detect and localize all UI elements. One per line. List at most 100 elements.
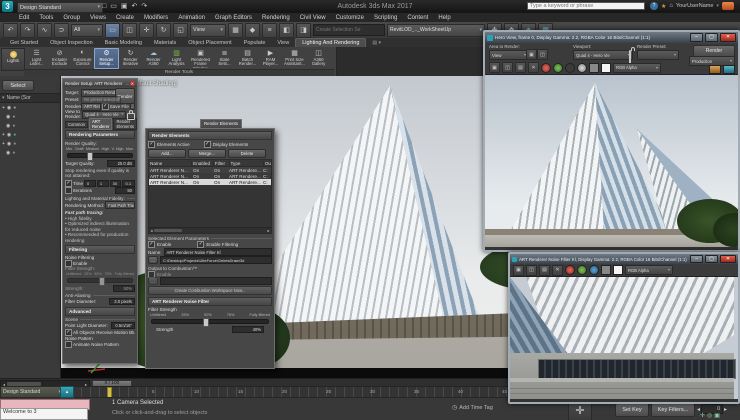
merge-element-button[interactable]: Merge... [188,148,226,158]
maximize-viewport-icon[interactable]: ▣ [714,412,720,419]
time-checkbox[interactable]: ✓ [65,179,72,187]
time-f-spinner[interactable]: 0.1 [122,179,136,187]
next-frame-icon[interactable]: ▸ [724,406,727,413]
menu-tools[interactable]: Tools [34,15,58,21]
filter-diameter-spinner[interactable]: 3.0 pixels [109,298,135,306]
ribbon-tab-get-started[interactable]: Get Started [4,40,44,46]
ribbon-btn-rendered-frame-window[interactable]: ▣ Rendered Frame Window [188,49,213,68]
tab-common[interactable]: Common [65,120,88,128]
workspace-apply-button[interactable]: ▴ [60,386,74,398]
area-to-render-dropdown[interactable]: View ▾ [489,50,529,60]
time-h-spinner[interactable]: 0 [84,179,96,187]
red-channel-button[interactable] [541,62,551,73]
preset-dropdown[interactable]: No preset selected ▾ [81,95,121,104]
undo-icon[interactable]: ↶ [3,22,18,38]
save-file-browse-button[interactable]: ... [129,103,135,110]
rollout-rendering-parameters[interactable]: Rendering Parameters [65,130,135,139]
color-swatch[interactable] [601,62,611,73]
channel-display-dropdown[interactable]: RGB Alpha ▾ [613,62,661,73]
create-combustion-workspace-button[interactable]: Create Combustion Workspace Now... [148,286,272,295]
minimize-icon[interactable]: – [126,81,128,86]
blue-channel-button[interactable] [589,265,599,275]
signin-user[interactable]: YourUserName [676,3,713,9]
table-header[interactable]: Name Enabled Filter Type Ou [149,160,271,167]
print-image-icon[interactable]: ▤ [539,264,550,276]
ribbon-collapse-icon[interactable]: ▤ ▾ [372,40,381,46]
target-quality-spinner[interactable]: 20.0 dB [107,160,135,167]
mono-channel-button[interactable] [577,62,587,73]
layer-dropdown[interactable]: RevitLOD_.._WorkSheetUp ▾ [387,23,485,37]
home-icon[interactable]: ⌂ [669,3,673,9]
thumb-swatch-orange[interactable] [709,65,721,74]
ribbon-btn-a360-gallery[interactable]: ◫ A360 Gallery [307,49,330,68]
add-element-button[interactable]: Add... [148,148,186,158]
clear-image-icon[interactable]: ✕ [552,264,563,276]
expand-icon[interactable]: + [2,105,5,111]
menu-civil-view[interactable]: Civil View [295,15,331,21]
ribbon-btn-render-iterative[interactable]: ↻ Render Iterative [119,49,142,68]
rotate-tool-icon[interactable]: ↻ [156,22,171,38]
selection-filter-dropdown[interactable]: All ▾ [71,23,103,37]
comm-center-icon[interactable] [721,2,734,10]
ribbon-tab-populate[interactable]: Populate [238,40,272,46]
orbit-view-icon[interactable]: ◎ [707,412,712,419]
save-image-icon[interactable]: ▣ [489,62,500,73]
explorer-row[interactable]: ◉ ● [0,121,60,130]
rollout-art-noise-filter[interactable]: ART Renderer Noise Filter [148,297,272,306]
workspace-dropdown[interactable]: Design Standard ▾ [17,2,103,13]
green-channel-button[interactable] [553,62,563,73]
noise-filter-strength-slider[interactable] [151,318,269,327]
menu-scripting[interactable]: Scripting [369,15,402,21]
ribbon-tab-view[interactable]: View [271,40,295,46]
explorer-name-header[interactable]: Name (Sor [7,95,31,101]
noise-strength-spinner[interactable]: 40% [232,326,264,333]
ribbon-btn-exposure-control[interactable]: ◐ Exposure Control [71,49,94,68]
ribbon-btn-ram-player[interactable]: ▶ RAM Player... [259,49,282,68]
time-m-spinner[interactable]: 1 [96,179,109,187]
visibility-eye-icon[interactable]: ◉ [6,123,10,129]
named-selection-input[interactable] [313,24,385,36]
explorer-row[interactable]: ◉ ● [0,112,60,121]
element-path-browse-button[interactable]: ... [148,256,158,264]
visibility-eye-icon[interactable]: ◉ [7,132,11,138]
element-enable-checkbox[interactable]: ✓ [148,241,155,248]
favorites-icon[interactable]: ★ [661,3,666,10]
noise-window-titlebar[interactable]: ART Renderer Noise Filter Kl, Display Ga… [510,254,738,264]
red-channel-button[interactable] [565,265,575,275]
frame-viewport-dropdown[interactable]: Quad 4 - Hero Vie ▾ [573,50,633,60]
maxscript-listener-white[interactable]: Welcome to 3 [0,408,88,420]
rollout-filtering[interactable]: Filtering [65,245,135,255]
visibility-eye-icon[interactable]: ◉ [7,105,11,111]
select-link-icon[interactable]: ∿ [37,22,52,38]
save-file-checkbox[interactable]: ✓ [101,103,109,110]
combustion-browse-button[interactable]: ... [148,277,158,285]
motion-blur-checkbox[interactable]: ✓ [65,328,72,336]
element-path-field[interactable]: C:\Desktop\Projects\UiteForce\GeletsDraw… [160,256,272,264]
menu-views[interactable]: Views [85,15,111,21]
search-input[interactable] [527,2,645,10]
move-tool-icon[interactable]: ✛ [139,22,154,38]
percent-snap-icon[interactable]: ≡ [262,22,277,38]
menu-help[interactable]: Help [433,15,455,21]
angle-snap-icon[interactable]: ◆ [245,22,260,38]
print-image-icon[interactable]: ▤ [515,62,526,73]
render-setup-titlebar[interactable]: Render Setup: ART Renderer – ✕ [63,79,137,87]
delete-element-button[interactable]: Delete [228,148,266,158]
menu-rendering[interactable]: Rendering [257,15,295,21]
tab-render-elements[interactable]: Render Elements [113,118,137,130]
app-logo-icon[interactable]: 3 [2,1,13,12]
explorer-row[interactable]: + ◉ ● [0,103,60,112]
expand-icon[interactable]: + [2,132,5,138]
explorer-row[interactable]: + ◉ ● [0,130,60,139]
clone-window-icon[interactable]: ◫ [502,62,513,73]
renderer-dropdown[interactable]: ART Renderer▾ [81,102,101,111]
alpha-channel-button[interactable] [601,265,611,275]
save-file-icon[interactable]: ▣ [121,2,128,10]
close-icon[interactable]: ✕ [129,80,135,86]
visibility-eye-icon[interactable]: ◉ [6,150,10,156]
display-elements-checkbox[interactable]: ✓ [203,141,211,148]
select-region-icon[interactable]: ◫ [122,22,137,38]
ribbon-btn-render-a360[interactable]: ☁ Render A360 [142,49,165,68]
ref-coord-dropdown[interactable]: View ▾ [190,23,226,37]
select-object-icon[interactable]: ▭ [105,22,120,38]
